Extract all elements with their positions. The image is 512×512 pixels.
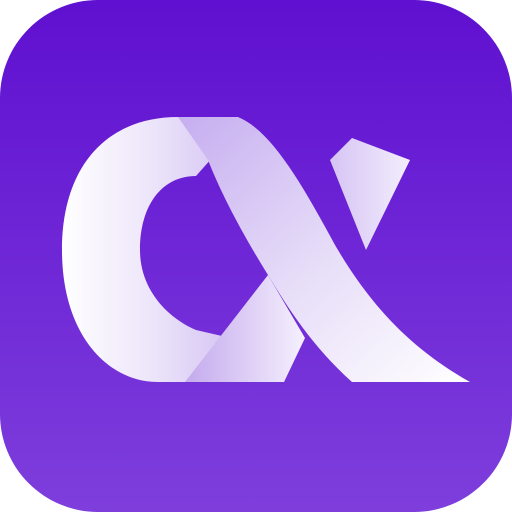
alpha-icon (0, 0, 512, 512)
app-icon-tile[interactable] (0, 0, 512, 512)
